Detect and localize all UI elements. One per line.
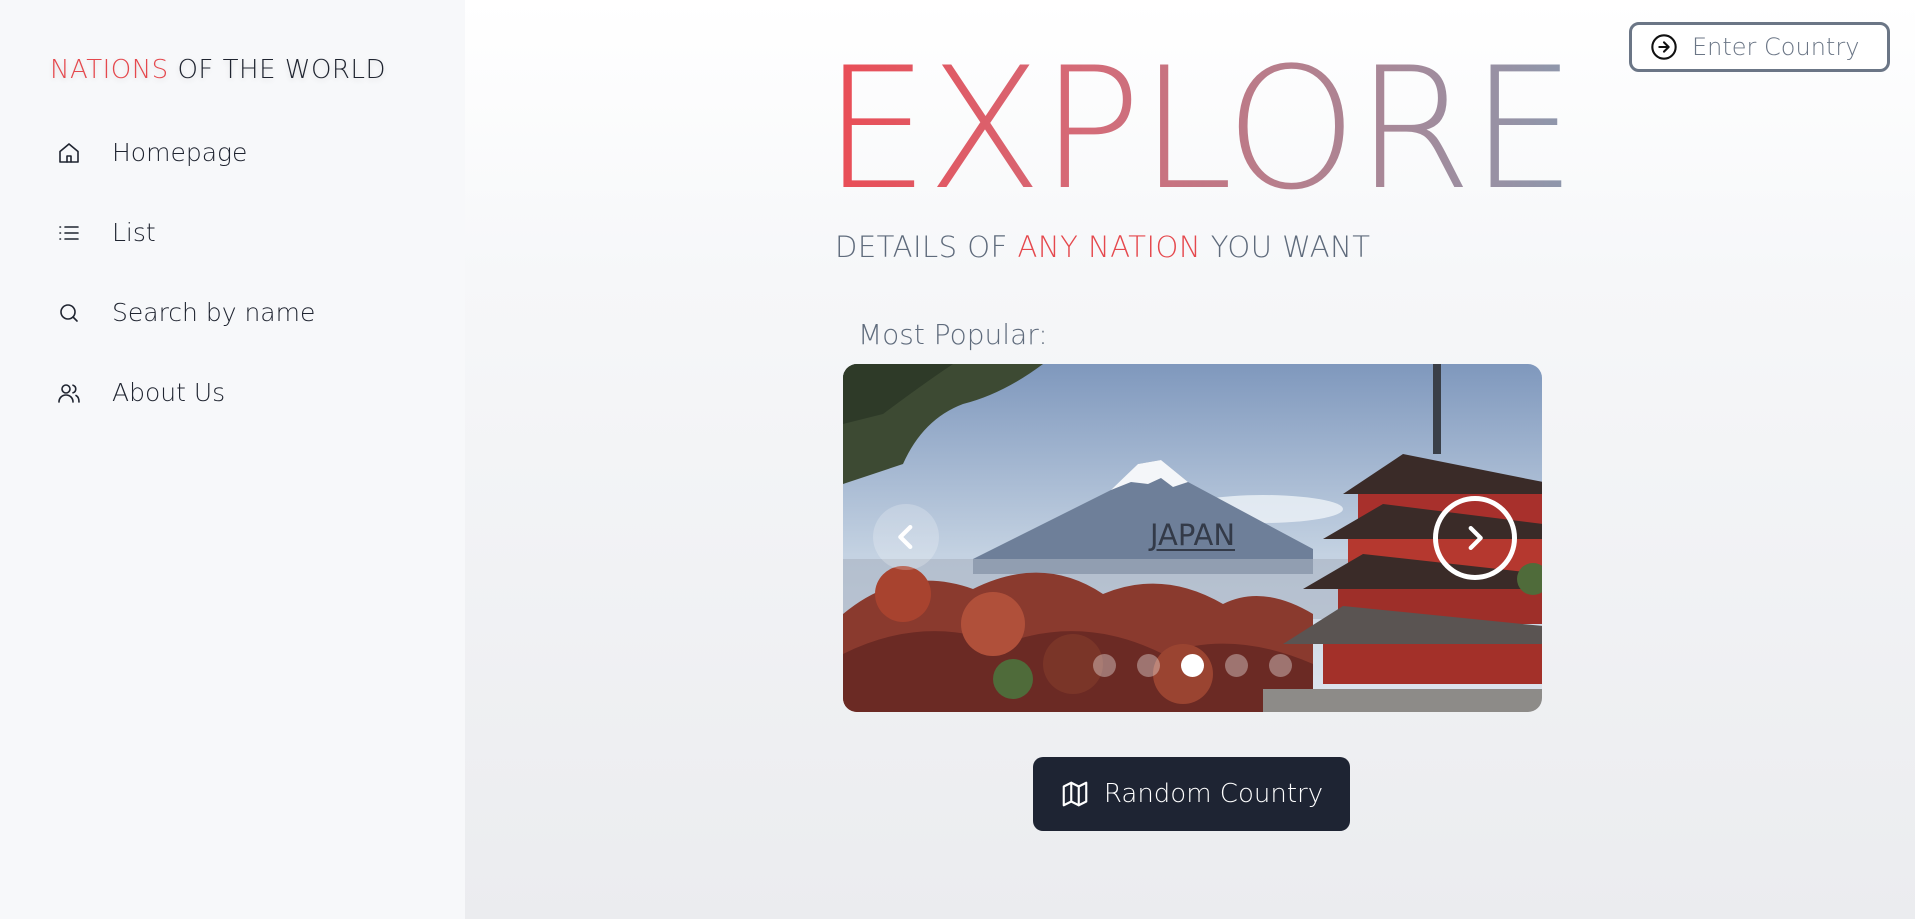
carousel-dot[interactable] <box>1225 654 1248 677</box>
chevron-left-icon <box>898 524 913 550</box>
country-search[interactable] <box>1629 22 1890 72</box>
carousel-dot[interactable] <box>1093 654 1116 677</box>
carousel-dot-active[interactable] <box>1181 654 1204 677</box>
brand-accent: NATIONS <box>50 55 169 85</box>
map-icon <box>1062 781 1088 807</box>
arrow-right-circle-icon[interactable] <box>1650 33 1678 61</box>
nav-label: Homepage <box>112 138 248 167</box>
subtitle-accent: ANY NATION <box>1017 230 1202 264</box>
most-popular-label: Most Popular: <box>858 318 1048 351</box>
nav-label: Search by name <box>112 298 316 327</box>
subtitle-pre: DETAILS OF <box>835 230 1018 264</box>
users-icon <box>56 380 82 406</box>
random-country-label: Random Country <box>1103 779 1324 809</box>
brand-logo[interactable]: NATIONS OF THE WORLD <box>50 55 386 85</box>
popular-carousel[interactable]: JAPAN <box>843 364 1542 712</box>
carousel-dot[interactable] <box>1269 654 1292 677</box>
brand-rest: OF THE WORLD <box>168 55 387 85</box>
carousel-next-button[interactable] <box>1433 496 1517 580</box>
country-search-input[interactable] <box>1692 33 1862 61</box>
random-country-button[interactable]: Random Country <box>1033 757 1350 831</box>
subtitle-post: YOU WANT <box>1201 230 1371 264</box>
chevron-right-icon <box>1468 525 1483 551</box>
search-icon <box>56 300 82 326</box>
carousel-dot[interactable] <box>1137 654 1160 677</box>
sidebar: NATIONS OF THE WORLD Homepage List Searc… <box>0 0 465 919</box>
hero-subtitle: DETAILS OF ANY NATION YOU WANT <box>835 230 1371 264</box>
carousel-dots <box>1093 654 1292 677</box>
hero-title: EXPLORE <box>823 31 1576 227</box>
nav-item-homepage[interactable]: Homepage <box>56 138 247 167</box>
nav-item-list[interactable]: List <box>56 218 156 247</box>
list-icon <box>56 220 82 246</box>
nav-label: List <box>112 218 156 247</box>
nav-item-about-us[interactable]: About Us <box>56 378 225 407</box>
nav-label: About Us <box>112 378 226 407</box>
carousel-prev-button[interactable] <box>873 504 939 570</box>
home-icon <box>56 140 82 166</box>
nav-item-search-by-name[interactable]: Search by name <box>56 298 315 327</box>
